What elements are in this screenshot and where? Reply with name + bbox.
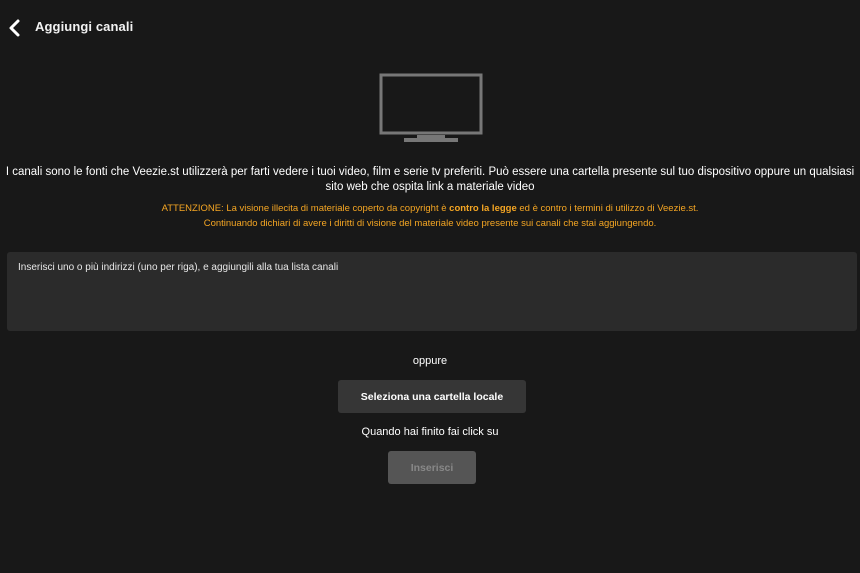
warning-line-1: ATTENZIONE: La visione illecita di mater… <box>161 203 699 214</box>
or-separator: oppure <box>412 355 448 367</box>
finish-instruction: Quando hai finito fai click su <box>361 426 499 438</box>
addresses-input[interactable] <box>7 252 857 331</box>
chevron-left-icon <box>9 19 20 37</box>
top-bar: Aggiungi canali <box>0 0 860 56</box>
page-title: Aggiungi canali <box>35 19 134 34</box>
insert-button[interactable]: Inserisci <box>388 451 476 484</box>
back-button[interactable] <box>6 16 24 40</box>
copyright-warning: ATTENZIONE: La visione illecita di mater… <box>0 202 860 231</box>
tv-icon <box>378 73 484 145</box>
warning-line-2: Continuando dichiari di avere i diritti … <box>203 217 657 229</box>
warning-emphasis: contro la legge <box>449 203 517 214</box>
intro-text: I canali sono le fonti che Veezie.st uti… <box>5 166 855 193</box>
select-local-folder-button[interactable]: Seleziona una cartella locale <box>338 380 526 413</box>
